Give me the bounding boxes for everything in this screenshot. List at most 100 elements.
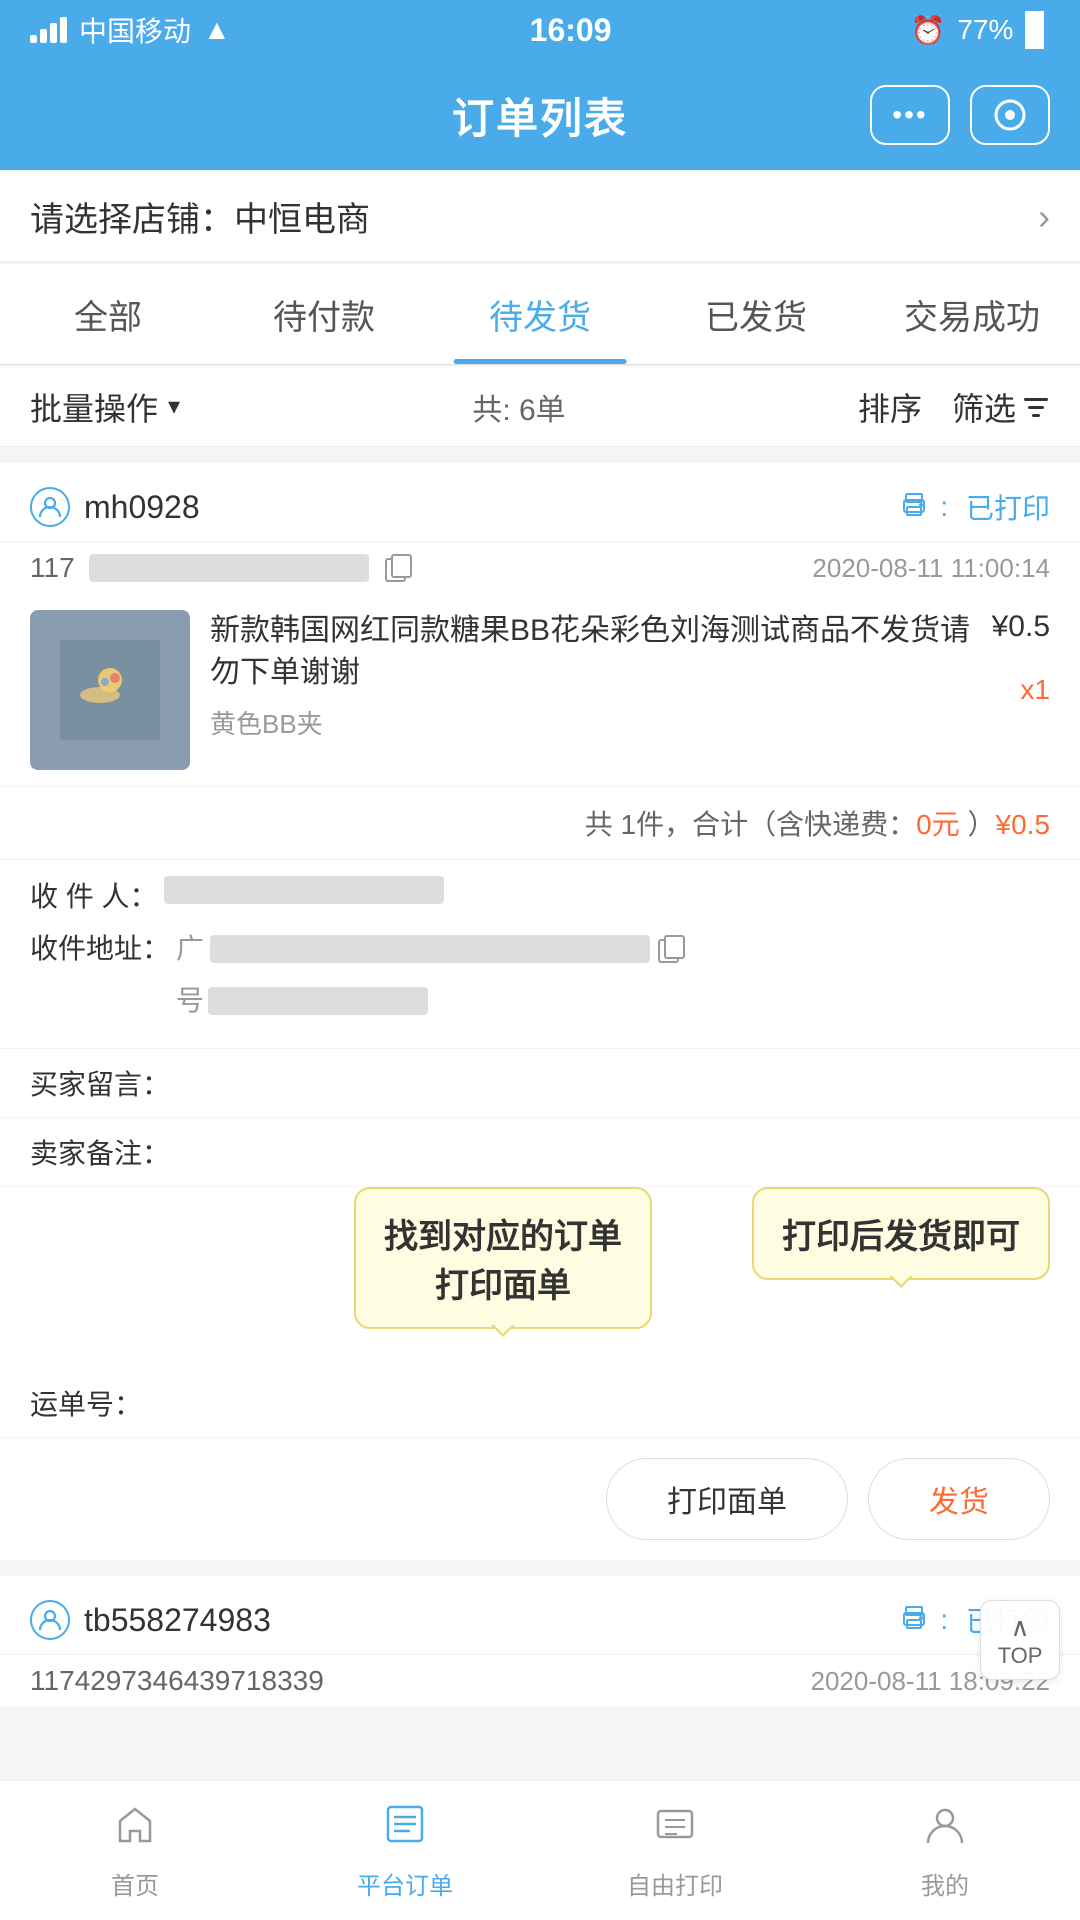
shipping-fee: 0元 — [916, 809, 960, 840]
header: 订单列表 ••• — [0, 60, 1080, 170]
signal-icon — [30, 17, 67, 43]
order-id-2: 1174297346439718339 — [30, 1665, 324, 1697]
order-id: 117 — [30, 552, 415, 584]
scan-button[interactable] — [970, 85, 1050, 145]
filter-button[interactable]: 筛选 — [952, 384, 1050, 430]
user-icon-2 — [30, 1600, 70, 1640]
store-selector[interactable]: 请选择店铺：中恒电商 › — [0, 172, 1080, 262]
username: mh0928 — [84, 489, 200, 526]
product-variant: 黄色BB夹 — [210, 704, 972, 741]
address-label: 收件地址： — [30, 928, 170, 970]
username-2: tb558274983 — [84, 1602, 271, 1639]
nav-home[interactable]: 首页 — [0, 1781, 270, 1920]
home-icon — [112, 1801, 158, 1858]
order-card-2: tb558274983 : 已打印 1174297346439718339 20… — [0, 1576, 1080, 1707]
tab-shipped[interactable]: 已发货 — [648, 264, 864, 364]
print-button[interactable]: 打印面单 — [606, 1458, 848, 1540]
batch-operation-button[interactable]: 批量操作 ▾ — [30, 384, 180, 430]
ship-button[interactable]: 发货 — [868, 1458, 1050, 1540]
order-count: 共: 6单 — [472, 385, 565, 429]
product-price: ¥0.5 — [992, 610, 1050, 644]
top-label: TOP — [998, 1643, 1043, 1669]
address-copy-icon[interactable] — [656, 933, 688, 965]
status-right: ⏰ 77% ▊ — [910, 11, 1050, 49]
tooltip-print: 找到对应的订单打印面单 — [354, 1187, 652, 1329]
tab-pending-ship[interactable]: 待发货 — [432, 264, 648, 364]
nav-me-label: 我的 — [921, 1866, 969, 1901]
toolbar-right: 排序 筛选 — [858, 384, 1050, 430]
seller-note-row: 卖家备注： — [0, 1118, 1080, 1187]
recipient-label: 收 件 人： — [30, 876, 158, 918]
nav-home-label: 首页 — [111, 1866, 159, 1901]
battery-icon: ▊ — [1025, 11, 1050, 49]
tracking-row: 运单号： — [0, 1369, 1080, 1438]
up-arrow-icon: ∧ — [1010, 1612, 1029, 1643]
order-id-row: 117 2020-08-11 11:00:14 — [0, 542, 1080, 594]
nav-free-print[interactable]: 自由打印 — [540, 1781, 810, 1920]
carrier-label: 中国移动 — [79, 10, 191, 50]
order-header: mh0928 : 已打印 — [0, 463, 1080, 542]
store-selector-text: 请选择店铺：中恒电商 — [30, 192, 370, 241]
tooltip-container: 找到对应的订单打印面单 打印后发货即可 — [0, 1187, 1080, 1339]
print-status: : 已打印 — [898, 487, 1050, 527]
time-label: 16:09 — [530, 12, 612, 49]
free-print-icon — [652, 1801, 698, 1858]
item-count: 1 — [621, 809, 637, 840]
more-button[interactable]: ••• — [870, 85, 950, 145]
header-actions: ••• — [870, 85, 1050, 145]
nav-orders-label: 平台订单 — [357, 1866, 453, 1901]
order-header-2: tb558274983 : 已打印 — [0, 1576, 1080, 1655]
orders-icon — [382, 1801, 428, 1858]
wifi-icon: ▲ — [203, 14, 231, 46]
page-title: 订单列表 — [452, 85, 628, 146]
action-buttons: 打印面单 发货 — [0, 1438, 1080, 1560]
clock-icon: ⏰ — [910, 14, 945, 47]
buyer-remark-row: 买家留言： — [0, 1049, 1080, 1118]
print-status-label: 已打印 — [966, 487, 1050, 527]
product-row: 新款韩国网红同款糖果BB花朵彩色刘海测试商品不发货请勿下单谢谢 黄色BB夹 ¥0… — [0, 594, 1080, 787]
tab-success[interactable]: 交易成功 — [864, 264, 1080, 364]
tab-pending-pay[interactable]: 待付款 — [216, 264, 432, 364]
tracking-label: 运单号： — [30, 1383, 160, 1423]
recipient-value — [164, 876, 444, 904]
product-qty: x1 — [1020, 674, 1050, 706]
user-icon — [30, 487, 70, 527]
product-info: 新款韩国网红同款糖果BB花朵彩色刘海测试商品不发货请勿下单谢谢 黄色BB夹 — [210, 610, 972, 741]
nav-me[interactable]: 我的 — [810, 1781, 1080, 1920]
toolbar: 批量操作 ▾ 共: 6单 排序 筛选 — [0, 367, 1080, 447]
sort-button[interactable]: 排序 — [858, 384, 922, 430]
copy-icon[interactable] — [383, 552, 415, 584]
nav-free-print-label: 自由打印 — [627, 1866, 723, 1901]
bottom-nav: 首页 平台订单 自由打印 — [0, 1780, 1080, 1920]
scroll-top-button[interactable]: ∧ TOP — [980, 1600, 1060, 1680]
seller-note-label: 卖家备注： — [30, 1132, 170, 1172]
order-user-2: tb558274983 — [30, 1600, 271, 1640]
chevron-down-icon: ▾ — [168, 392, 180, 421]
printer-icon — [898, 488, 930, 527]
me-icon — [922, 1801, 968, 1858]
address-value: 广 号 — [176, 928, 946, 1022]
buyer-remark-label: 买家留言： — [30, 1063, 170, 1103]
order-summary: 共 1件，合计（含快递费：0元 ）¥0.5 — [0, 787, 1080, 860]
tab-bar: 全部 待付款 待发货 已发货 交易成功 — [0, 264, 1080, 365]
total-price: ¥0.5 — [996, 809, 1051, 840]
order-card-1: mh0928 : 已打印 117 2020-08-11 — [0, 463, 1080, 1560]
product-image — [30, 610, 190, 770]
address-row: 收件地址： 广 号 — [30, 928, 1050, 1022]
status-bar: 中国移动 ▲ 16:09 ⏰ 77% ▊ — [0, 0, 1080, 60]
address-section: 收 件 人： 收件地址： 广 号 — [0, 860, 1080, 1049]
order-id-row-2: 1174297346439718339 2020-08-11 18:09:22 — [0, 1655, 1080, 1707]
nav-orders[interactable]: 平台订单 — [270, 1781, 540, 1920]
product-price-qty: ¥0.5 x1 — [992, 610, 1050, 706]
status-left: 中国移动 ▲ — [30, 10, 231, 50]
order-user: mh0928 — [30, 487, 200, 527]
tab-all[interactable]: 全部 — [0, 264, 216, 364]
battery-label: 77% — [957, 14, 1013, 46]
recipient-row: 收 件 人： — [30, 876, 1050, 918]
store-selector-arrow-icon: › — [1038, 196, 1050, 238]
printer-icon-2 — [898, 1601, 930, 1640]
product-name: 新款韩国网红同款糖果BB花朵彩色刘海测试商品不发货请勿下单谢谢 — [210, 610, 972, 694]
filter-icon — [1022, 393, 1050, 421]
tooltip-ship: 打印后发货即可 — [752, 1187, 1050, 1280]
order-date: 2020-08-11 11:00:14 — [812, 553, 1050, 584]
